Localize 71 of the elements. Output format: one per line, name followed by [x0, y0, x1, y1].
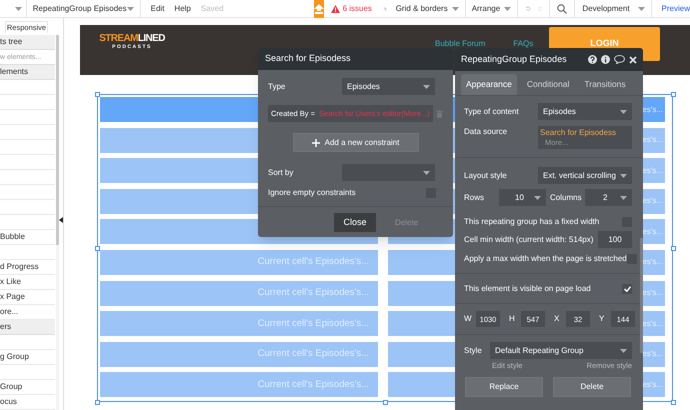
section-header[interactable]: ers	[0, 320, 55, 335]
field-label: Y	[599, 313, 606, 325]
page-selector[interactable]: RepeatingGroup Episodes	[26, 0, 141, 17]
cell-text: Current cell's Episodes's...	[258, 378, 369, 392]
field-label: Sort by	[268, 166, 294, 178]
expression-text: Search for Episodess	[540, 128, 618, 138]
dropdown[interactable]: Episodes	[538, 103, 632, 120]
element-list-item[interactable]: x Page	[0, 290, 55, 305]
logo-text: STREAM	[99, 33, 138, 44]
cell-text: es's...	[642, 378, 663, 391]
field-label: This repeating group has a fixed width	[464, 216, 600, 228]
menu-item[interactable]: Edit	[150, 2, 164, 14]
cell-text: es's...	[642, 256, 663, 268]
cell-text: Current cell's Episodes's...	[258, 286, 369, 300]
element-list-item[interactable]: x Like	[0, 275, 55, 290]
issues-link[interactable]: 6 issues	[330, 2, 372, 14]
panel-button[interactable]: Replace	[465, 377, 543, 398]
dropdown[interactable]: 2	[585, 189, 632, 206]
dropdown[interactable]: Default Repeating Group	[490, 342, 632, 359]
dropdown[interactable]: 10	[499, 189, 546, 206]
arrange-menu[interactable]: Arrange	[472, 0, 518, 17]
environment-selector[interactable]: Development	[582, 0, 652, 17]
field-label: Type of content	[464, 106, 519, 118]
field-label: Columns	[550, 192, 583, 204]
element-list-item[interactable]: d Progress	[0, 260, 55, 275]
field-label: Rows	[464, 192, 486, 204]
cell-text: es's...	[642, 104, 663, 116]
panel-button[interactable]: Delete	[553, 377, 631, 398]
cell-text: Current cell's Episodes's...	[258, 255, 369, 270]
tab[interactable]: Conditional	[522, 74, 574, 95]
field-label: Type	[268, 80, 286, 92]
logo-text: LINED	[138, 33, 165, 44]
tab[interactable]: Transitions	[579, 74, 631, 95]
element-list-item[interactable]: ocus	[0, 395, 55, 410]
dropdown[interactable]: Ext. vertical scrolling	[538, 167, 632, 184]
close-button[interactable]: Close	[334, 213, 376, 232]
menu-item[interactable]: Help	[174, 2, 191, 14]
field-label: This element is visible on page load	[464, 283, 591, 295]
field-label: Cell min width (current width: 514px)	[464, 234, 594, 246]
add-constraint-button[interactable]: Add a new constraint	[292, 133, 418, 152]
dropdown[interactable]: Episodes	[342, 78, 435, 95]
element-list-item[interactable]: g Group	[0, 350, 55, 365]
element-list-item[interactable]: Bubble	[0, 230, 55, 245]
cell-text: es's...	[642, 164, 663, 177]
cell-text: es's...	[642, 226, 663, 238]
field-label: Style	[464, 344, 483, 356]
field-label: W	[464, 313, 472, 325]
cell-text: Current cell's Episodes's...	[258, 347, 369, 362]
field-label: Data source	[464, 126, 508, 138]
field-label: X	[554, 313, 560, 325]
field-label: Ignore empty constraints	[268, 187, 356, 199]
preview-link[interactable]: Preview	[662, 2, 690, 14]
nav-link[interactable]: FAQs	[513, 38, 534, 50]
cell-text: es's...	[642, 318, 663, 330]
field-label: H	[509, 313, 516, 325]
element-list-item[interactable]: Group	[0, 380, 55, 395]
cell-text: es's...	[642, 195, 663, 208]
cell-text: es's...	[642, 348, 663, 360]
input-field[interactable]: 100	[598, 231, 632, 248]
cell-text: es's...	[642, 287, 663, 300]
field-label: Apply a max width when the page is stretched	[464, 253, 627, 265]
nav-link[interactable]: Bubble Forum	[435, 38, 486, 50]
section-header[interactable]: ts tree	[0, 35, 55, 50]
dialog-title: Search for Episodess	[258, 48, 453, 70]
save-status: Saved	[200, 2, 224, 14]
field-label: Layout style	[464, 170, 507, 182]
tab[interactable]: Appearance	[461, 74, 517, 95]
section-header[interactable]: lements	[0, 65, 55, 80]
grid-borders-menu[interactable]: Grid & borders	[396, 0, 466, 17]
cell-text: es's...	[642, 134, 663, 146]
cell-text: Current cell's Episodes's...	[258, 316, 369, 331]
